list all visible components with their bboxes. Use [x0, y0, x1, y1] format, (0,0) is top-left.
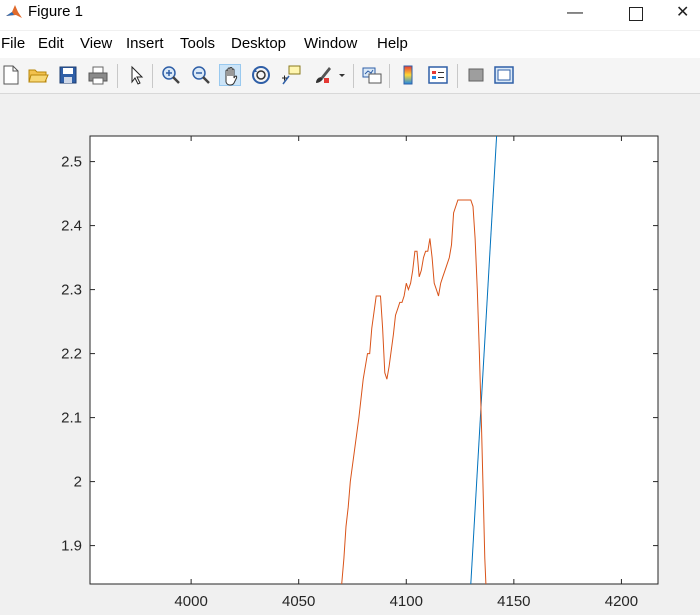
select-button[interactable]	[125, 64, 147, 86]
select-arrow-icon	[131, 65, 144, 85]
x-tick-label: 4200	[605, 593, 638, 610]
x-tick-label: 4000	[174, 593, 207, 610]
brush-dropdown-button[interactable]	[336, 64, 348, 86]
menu-help[interactable]: Help	[377, 35, 408, 52]
y-tick-label: 2.4	[61, 218, 82, 235]
legend-icon	[428, 66, 448, 84]
show-plot-tools-icon	[494, 66, 514, 84]
zoom-out-button[interactable]	[190, 64, 212, 86]
x-tick-label: 4100	[390, 593, 423, 610]
maximize-icon	[629, 7, 643, 21]
y-tick-label: 2	[74, 474, 82, 491]
toolbar-separator	[457, 64, 458, 88]
rotate-3d-button[interactable]	[250, 64, 272, 86]
figure-canvas[interactable]: 4000 4050 4100 4150 4200 1.9 2 2.1 2.2 2.3 2.4 2.5	[0, 94, 700, 615]
toolbar-separator	[152, 64, 153, 88]
rotate-3d-icon	[252, 66, 270, 84]
link-plot-button[interactable]	[361, 64, 383, 86]
link-plot-icon	[362, 67, 382, 84]
toolbar-separator	[117, 64, 118, 88]
y-tick-label: 2.2	[61, 346, 82, 363]
matlab-logo-icon	[5, 3, 23, 21]
legend-button[interactable]	[427, 64, 449, 86]
figure-toolbar	[0, 58, 700, 94]
hide-plot-tools-icon	[468, 68, 484, 82]
y-tick-label: 1.9	[61, 538, 82, 555]
new-figure-button[interactable]	[0, 64, 22, 86]
zoom-in-icon	[162, 66, 180, 84]
colorbar-button[interactable]	[397, 64, 419, 86]
data-cursor-icon	[282, 65, 301, 85]
menu-file[interactable]: File	[1, 35, 25, 52]
x-tick-label: 4150	[497, 593, 530, 610]
maximize-button[interactable]	[613, 0, 659, 28]
zoom-out-icon	[192, 66, 210, 84]
window-title: Figure 1	[28, 3, 84, 20]
menu-bar: File Edit View Insert Tools Desktop Wind…	[0, 31, 700, 58]
title-bar: Figure 1 — ✕	[0, 0, 700, 30]
zoom-in-button[interactable]	[160, 64, 182, 86]
data-cursor-button[interactable]	[280, 64, 302, 86]
print-button[interactable]	[87, 64, 109, 86]
save-icon	[59, 66, 77, 84]
colorbar-icon	[403, 65, 413, 85]
brush-button[interactable]	[311, 64, 333, 86]
y-tick-label: 2.3	[61, 282, 82, 299]
menu-window[interactable]: Window	[304, 35, 357, 52]
menu-tools[interactable]: Tools	[180, 35, 215, 52]
menu-edit[interactable]: Edit	[38, 35, 64, 52]
line-plot[interactable]: 4000 4050 4100 4150 4200 1.9 2 2.1 2.2 2.3 2.4 2.5	[0, 94, 700, 615]
open-file-button[interactable]	[27, 64, 49, 86]
close-button[interactable]: ✕	[676, 0, 700, 28]
chevron-down-icon	[339, 74, 345, 77]
menu-desktop[interactable]: Desktop	[231, 35, 286, 52]
show-plot-tools-button[interactable]	[493, 64, 515, 86]
minimize-button[interactable]: —	[552, 0, 598, 28]
hide-plot-tools-button[interactable]	[465, 64, 487, 86]
save-button[interactable]	[57, 64, 79, 86]
menu-insert[interactable]: Insert	[126, 35, 164, 52]
pan-button[interactable]	[219, 64, 241, 86]
y-tick-label: 2.5	[61, 154, 82, 171]
print-icon	[88, 66, 108, 85]
toolbar-separator	[389, 64, 390, 88]
brush-icon	[316, 67, 331, 83]
pan-hand-icon	[225, 66, 238, 86]
close-icon: ✕	[676, 4, 690, 21]
axes-area[interactable]	[89, 135, 659, 585]
toolbar-separator	[353, 64, 354, 88]
x-tick-label: 4050	[282, 593, 315, 610]
y-tick-label: 2.1	[61, 410, 82, 427]
new-figure-icon	[3, 65, 19, 85]
open-file-icon	[28, 69, 49, 83]
minimize-icon: —	[567, 4, 583, 21]
menu-view[interactable]: View	[80, 35, 112, 52]
